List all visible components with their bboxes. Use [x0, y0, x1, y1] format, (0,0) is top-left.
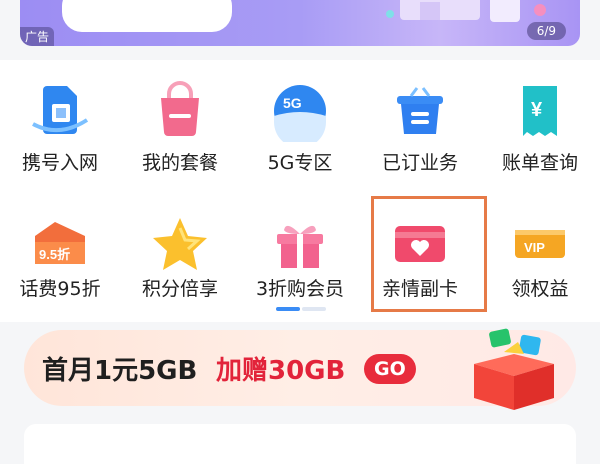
grid-item-label: 账单查询	[501, 152, 578, 174]
vip-icon: VIP	[515, 230, 565, 258]
grid-item-label: 领权益	[511, 278, 569, 300]
promo-go-button[interactable]: GO	[364, 354, 416, 384]
ad-tag: 广告	[20, 27, 55, 46]
grid-item-membership[interactable]: 3折购会员	[240, 192, 360, 312]
grid-item-label: 积分倍享	[141, 278, 218, 300]
pager-dot-active	[276, 307, 300, 311]
star-icon	[153, 218, 207, 270]
grid-item-label: 我的套餐	[141, 152, 218, 174]
grid-item-bill-query[interactable]: ¥ 账单查询	[480, 60, 600, 180]
bill-icon: ¥	[523, 86, 557, 136]
svg-text:¥: ¥	[531, 99, 543, 121]
grid-item-label: 5G专区	[267, 152, 333, 174]
bag-icon	[161, 81, 199, 136]
service-grid: 携号入网 我的套餐 5G 5G专区 已订业务 ¥ 账单查询 9.5折 话费95折…	[0, 60, 600, 322]
bottom-card	[24, 424, 576, 464]
sim-card-icon	[32, 86, 89, 134]
gift-icon	[277, 225, 323, 268]
svg-text:5G: 5G	[283, 95, 302, 111]
promo-main-text: 首月1元5GB	[42, 356, 198, 386]
pager-dot	[302, 307, 326, 311]
basket-icon	[397, 87, 443, 134]
grid-item-bill-discount[interactable]: 9.5折 话费95折	[0, 192, 120, 312]
discount-tag-icon: 9.5折	[35, 222, 85, 264]
promo-banner[interactable]: 首月1元5GB 加赠30GB GO	[24, 328, 576, 410]
grid-item-label: 话费95折	[19, 278, 101, 300]
5g-globe-icon: 5G	[274, 85, 326, 142]
promo-highlight-text: 加赠30GB	[216, 356, 346, 386]
grid-item-label: 携号入网	[21, 152, 98, 174]
grid-pager[interactable]	[276, 307, 326, 311]
discount-badge-text: 9.5折	[39, 247, 70, 262]
grid-item-number-transfer[interactable]: 携号入网	[0, 60, 120, 180]
highlight-box	[371, 196, 487, 312]
grid-item-label: 3折购会员	[255, 278, 345, 300]
grid-item-subscribed-services[interactable]: 已订业务	[360, 60, 480, 180]
grid-item-my-plan[interactable]: 我的套餐	[120, 60, 240, 180]
banner-page-indicator: 6/9	[526, 22, 566, 40]
grid-item-points[interactable]: 积分倍享	[120, 192, 240, 312]
grid-item-label: 已订业务	[381, 152, 458, 174]
vip-badge-text: VIP	[524, 240, 545, 255]
ad-banner[interactable]: 广告 6/9	[20, 0, 580, 46]
gift-box-icon	[474, 328, 554, 410]
grid-item-benefits[interactable]: VIP 领权益	[480, 192, 600, 312]
banner-card	[62, 0, 232, 32]
grid-item-5g-zone[interactable]: 5G 5G专区	[240, 60, 360, 180]
